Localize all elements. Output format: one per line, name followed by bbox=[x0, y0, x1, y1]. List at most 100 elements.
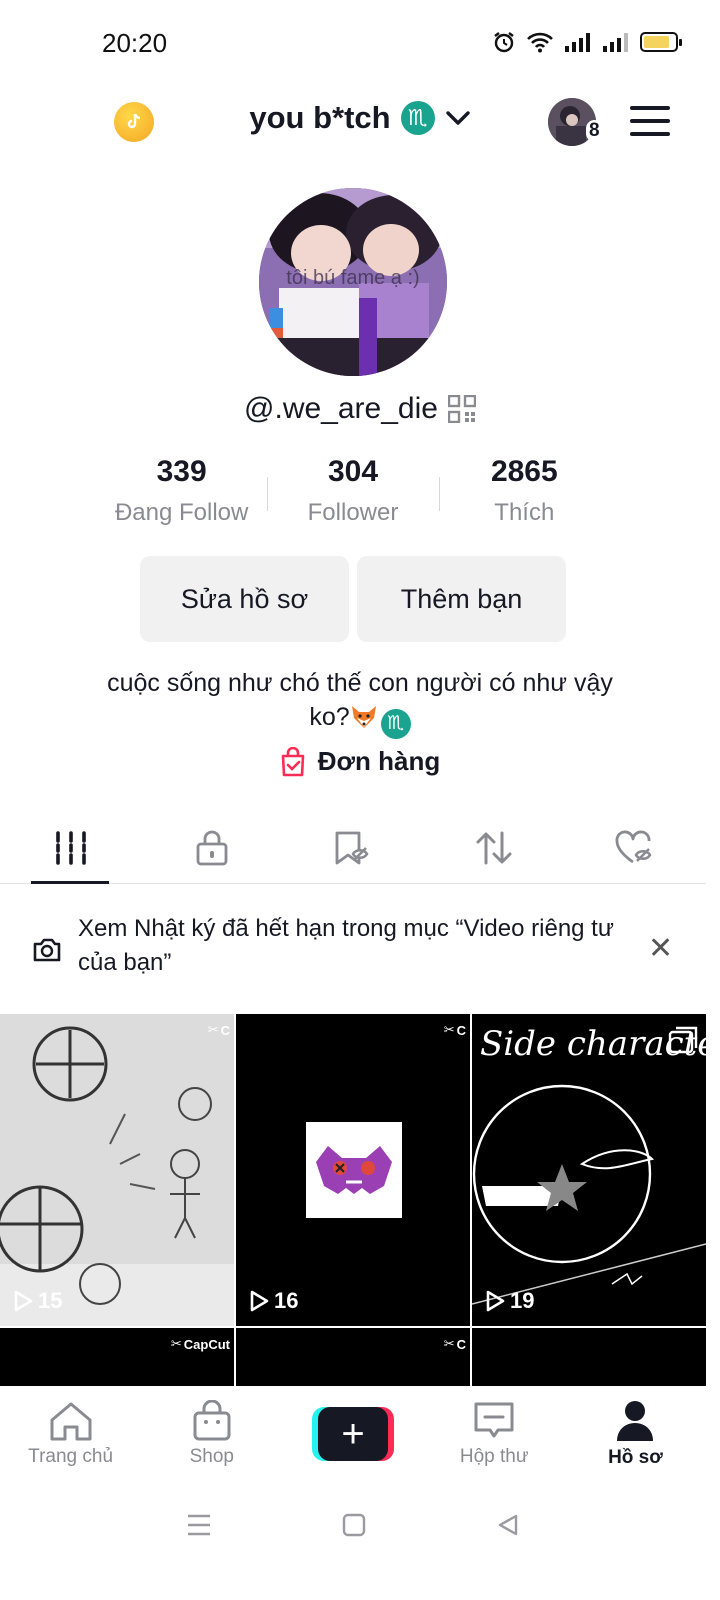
chevron-down-icon bbox=[445, 111, 470, 125]
home-button-icon[interactable] bbox=[342, 1513, 366, 1537]
tab-saved[interactable] bbox=[282, 812, 423, 883]
account-title: you b*tch bbox=[249, 100, 391, 135]
view-count-label: 19 bbox=[510, 1288, 535, 1313]
likes-stat[interactable]: 2865 Thích bbox=[438, 455, 610, 535]
profile-header: you b*tch ♏ 8 bbox=[0, 92, 720, 152]
inbox-icon bbox=[474, 1402, 514, 1438]
tab-liked[interactable] bbox=[565, 812, 706, 883]
likes-label: Thích bbox=[494, 499, 555, 526]
account-switcher[interactable]: you b*tch ♏ bbox=[0, 100, 720, 136]
bookmark-hidden-icon bbox=[335, 831, 369, 864]
nav-inbox-label: Hộp thư bbox=[459, 1446, 529, 1467]
close-icon[interactable]: ✕ bbox=[648, 934, 673, 964]
video-thumbnail[interactable]: ✂ CapCut bbox=[0, 1328, 234, 1386]
status-icons bbox=[492, 30, 682, 54]
orders-label: Đơn hàng bbox=[317, 746, 441, 776]
capcut-tag: ✂ CapCut bbox=[170, 1336, 230, 1352]
create-button[interactable]: + bbox=[312, 1407, 394, 1461]
tab-private[interactable] bbox=[141, 812, 282, 883]
home-icon bbox=[50, 1402, 92, 1441]
bio-line-1: cuộc sống như chó thế con người có như v… bbox=[107, 669, 613, 697]
orders-link[interactable]: Đơn hàng bbox=[0, 746, 720, 777]
nav-create[interactable]: + bbox=[282, 1386, 423, 1482]
video-thumbnail[interactable]: ✂ C 16 bbox=[236, 1014, 470, 1326]
tab-videos[interactable] bbox=[0, 812, 141, 884]
notification-count: 8 bbox=[586, 120, 603, 142]
edit-profile-button[interactable]: Sửa hồ sơ bbox=[140, 556, 349, 642]
wifi-icon bbox=[527, 32, 553, 53]
nav-profile-label: Hồ sơ bbox=[608, 1447, 663, 1468]
qr-code-icon[interactable] bbox=[447, 395, 476, 423]
alarm-icon bbox=[494, 32, 514, 53]
video-thumbnail[interactable]: ✂ C 15 bbox=[0, 1014, 234, 1326]
bio-line-2: ko? ♏ bbox=[60, 700, 660, 739]
recent-apps-icon[interactable] bbox=[186, 1513, 212, 1537]
view-count: 16 bbox=[248, 1288, 298, 1314]
signal-icon bbox=[565, 33, 590, 52]
content-tabs bbox=[0, 812, 706, 884]
capcut-tag-label: CapCut bbox=[183, 1336, 230, 1352]
handle-row: @.we_are_die bbox=[0, 392, 720, 426]
bio-line-2-text: ko? bbox=[309, 703, 350, 731]
avatar-caption: tôi bú fame ạ :) bbox=[286, 267, 419, 289]
profile-actions: Sửa hồ sơ Thêm bạn bbox=[140, 556, 566, 642]
grid-icon bbox=[55, 830, 86, 865]
plus-icon: + bbox=[318, 1407, 388, 1461]
nav-inbox[interactable]: Hộp thư bbox=[424, 1386, 565, 1482]
play-icon bbox=[250, 1290, 269, 1312]
view-count: 15 bbox=[12, 1288, 62, 1314]
bio-zodiac-emoji: ♏ bbox=[380, 709, 411, 739]
capcut-tag-label: C bbox=[456, 1022, 466, 1038]
back-icon[interactable] bbox=[496, 1513, 520, 1537]
person-icon bbox=[617, 1401, 654, 1441]
status-bar: 20:20 bbox=[0, 0, 720, 88]
capcut-tag-label: C bbox=[456, 1336, 466, 1352]
nav-home[interactable]: Trang chủ bbox=[0, 1386, 141, 1482]
profile-avatar[interactable]: tôi bú fame ạ :) bbox=[259, 188, 447, 376]
view-count-label: 15 bbox=[38, 1288, 63, 1313]
heart-hidden-icon bbox=[616, 830, 652, 863]
profile-bio: cuộc sống như chó thế con người có như v… bbox=[60, 666, 660, 739]
expired-diary-notice[interactable]: Xem Nhật ký đã hết hạn trong mục “Video … bbox=[0, 900, 706, 1000]
profile-handle: @.we_are_die bbox=[244, 392, 438, 425]
nav-shop-label: Shop bbox=[189, 1446, 234, 1467]
video-thumbnail[interactable]: Side character 19 bbox=[472, 1014, 706, 1326]
capcut-tag: ✂ C bbox=[443, 1336, 466, 1352]
shopping-bag-icon bbox=[281, 746, 305, 776]
tab-reposts[interactable] bbox=[424, 812, 565, 883]
nav-shop[interactable]: Shop bbox=[141, 1386, 282, 1482]
side-character-art bbox=[472, 1084, 706, 1305]
following-count: 339 bbox=[156, 455, 207, 488]
camera-icon bbox=[33, 938, 61, 962]
video-thumbnail[interactable]: ✂ C bbox=[236, 1328, 470, 1386]
play-icon bbox=[14, 1290, 33, 1312]
capcut-tag-label: C bbox=[220, 1022, 230, 1038]
view-count: 19 bbox=[484, 1288, 534, 1314]
bottom-nav: Trang chủ Shop + Hộp thư Hồ sơ bbox=[0, 1386, 706, 1482]
menu-icon[interactable] bbox=[630, 106, 670, 136]
view-count-label: 16 bbox=[274, 1288, 299, 1313]
notice-text: Xem Nhật ký đã hết hạn trong mục “Video … bbox=[78, 915, 614, 976]
capcut-tag: ✂ C bbox=[443, 1022, 466, 1038]
followers-count: 304 bbox=[327, 455, 379, 488]
lock-icon bbox=[196, 830, 228, 865]
repost-icon bbox=[476, 831, 512, 864]
play-icon bbox=[486, 1290, 505, 1312]
fox-emoji-icon bbox=[351, 706, 376, 728]
system-nav-bar bbox=[0, 1490, 706, 1560]
video-thumbnail[interactable] bbox=[472, 1328, 706, 1386]
following-label: Đang Follow bbox=[114, 499, 249, 526]
following-stat[interactable]: 339 Đang Follow bbox=[96, 455, 267, 535]
monster-image bbox=[306, 1122, 402, 1218]
shop-icon bbox=[193, 1400, 231, 1441]
signal-icon-2 bbox=[603, 33, 628, 52]
add-friends-button[interactable]: Thêm bạn bbox=[357, 556, 566, 642]
sketch-thumbnail bbox=[0, 1014, 234, 1326]
followers-label: Follower bbox=[307, 499, 399, 526]
nav-profile[interactable]: Hồ sơ bbox=[565, 1386, 706, 1482]
nav-home-label: Trang chủ bbox=[28, 1446, 114, 1467]
followers-stat[interactable]: 304 Follower bbox=[267, 455, 438, 535]
capcut-tag: ✂ C bbox=[207, 1022, 230, 1038]
likes-count: 2865 bbox=[490, 455, 558, 488]
zodiac-emoji: ♏ bbox=[400, 101, 435, 135]
